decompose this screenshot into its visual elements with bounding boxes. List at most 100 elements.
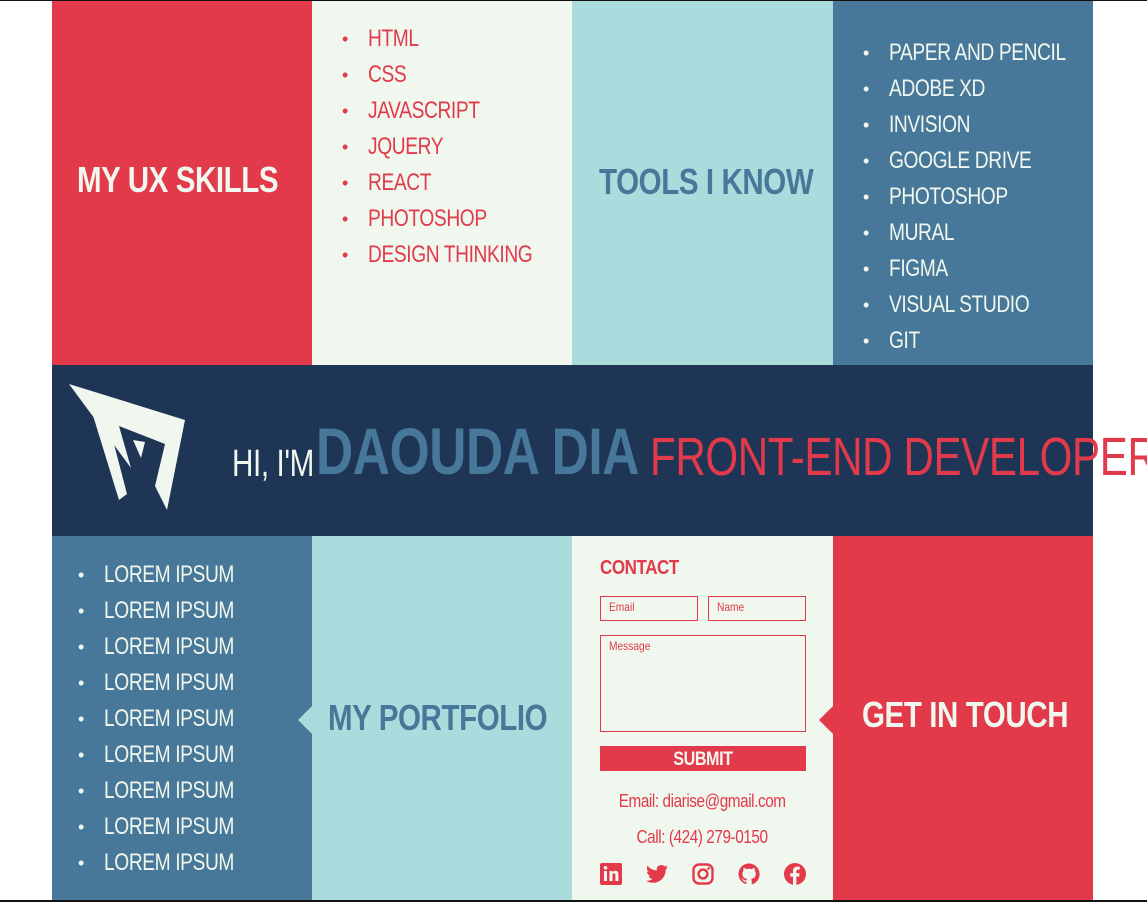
email-field[interactable]: Email [600, 596, 698, 621]
portfolio-item-label: LOREM IPSUM [104, 849, 235, 876]
skill-item-label: PHOTOSHOP [368, 205, 487, 232]
portfolio-item-label: LOREM IPSUM [104, 813, 235, 840]
portfolio-heading-panel[interactable]: MY PORTFOLIO [312, 536, 572, 900]
hero-name: DAOUDA DIA [316, 414, 640, 488]
portfolio-item-label: LOREM IPSUM [104, 669, 235, 696]
portfolio-item: • LOREM IPSUM [76, 665, 267, 701]
tool-item: • INVISION [861, 107, 1110, 143]
portfolio-item: • LOREM IPSUM [76, 701, 267, 737]
bullet-icon: • [78, 853, 84, 873]
hero-greeting: HI, I'M [232, 443, 314, 485]
tool-item-label: MURAL [889, 219, 955, 246]
tool-item: • PAPER AND PENCIL [861, 35, 1110, 71]
get-in-touch-heading[interactable]: GET IN TOUCH [862, 694, 1069, 736]
message-placeholder: Message [609, 639, 651, 653]
twitter-icon[interactable] [645, 862, 669, 886]
portfolio-item: • LOREM IPSUM [76, 809, 267, 845]
bullet-icon: • [78, 781, 84, 801]
bullet-icon: • [78, 673, 84, 693]
bullet-icon: • [863, 331, 869, 351]
skill-item-label: REACT [368, 169, 432, 196]
tool-item-label: ADOBE XD [889, 75, 986, 102]
tool-item: • VISUAL STUDIO [861, 287, 1110, 323]
bullet-icon: • [78, 565, 84, 585]
name-field[interactable]: Name [708, 596, 806, 621]
contact-title: CONTACT [600, 557, 679, 579]
tool-item: • GOOGLE DRIVE [861, 143, 1110, 179]
skills-list-panel: • HTML • CSS • JAVASCRIPT • JQUERY • REACT • PHOTOS… [312, 1, 572, 365]
bullet-icon: • [78, 637, 84, 657]
portfolio-item-label: LOREM IPSUM [104, 705, 235, 732]
portfolio-arrow [298, 706, 312, 734]
bullet-icon: • [863, 151, 869, 171]
tool-item: • ADOBE XD [861, 71, 1110, 107]
contact-email[interactable]: Email: diarise@gmail.com [572, 791, 833, 812]
hero-banner: HI, I'M DAOUDA DIA FRONT-END DEVELOPER [52, 365, 1147, 536]
tools-list-panel: • PAPER AND PENCIL • ADOBE XD • INVISION • GOOG… [833, 1, 1093, 365]
tool-item: • FIGMA [861, 251, 1110, 287]
instagram-icon[interactable] [691, 862, 715, 886]
bullet-icon: • [863, 295, 869, 315]
skills-list: • HTML • CSS • JAVASCRIPT • JQUERY • REACT • PHOTOS… [340, 21, 573, 273]
bullet-icon: • [863, 79, 869, 99]
portfolio-item-label: LOREM IPSUM [104, 561, 235, 588]
portfolio-item: • LOREM IPSUM [76, 593, 267, 629]
portfolio-heading[interactable]: MY PORTFOLIO [328, 697, 548, 739]
portfolio-item-label: LOREM IPSUM [104, 777, 235, 804]
skill-item: • JQUERY [340, 129, 573, 165]
portfolio-item: • LOREM IPSUM [76, 845, 267, 881]
email-placeholder: Email [609, 600, 635, 614]
skill-item: • HTML [340, 21, 573, 57]
skill-item: • DESIGN THINKING [340, 237, 573, 273]
bullet-icon: • [863, 259, 869, 279]
facebook-icon[interactable] [783, 862, 807, 886]
linkedin-icon[interactable] [599, 862, 623, 886]
tool-item-label: VISUAL STUDIO [889, 291, 1030, 318]
portfolio-item: • LOREM IPSUM [76, 773, 267, 809]
stylized-v-logo [69, 384, 185, 510]
skill-item: • JAVASCRIPT [340, 93, 573, 129]
tools-heading: TOOLS I KNOW [599, 161, 814, 202]
get-in-touch-arrow [819, 706, 833, 734]
skill-item-label: DESIGN THINKING [368, 241, 533, 268]
tool-item: • GIT [861, 323, 1110, 359]
portfolio-item: • LOREM IPSUM [76, 737, 267, 773]
submit-label: SUBMIT [673, 749, 733, 770]
message-field[interactable]: Message [600, 635, 806, 732]
portfolio-item-label: LOREM IPSUM [104, 633, 235, 660]
portfolio-item-label: LOREM IPSUM [104, 597, 235, 624]
github-icon[interactable] [737, 862, 761, 886]
skill-item: • PHOTOSHOP [340, 201, 573, 237]
bullet-icon: • [342, 245, 348, 265]
bullet-icon: • [342, 173, 348, 193]
contact-phone[interactable]: Call: (424) 279-0150 [572, 827, 833, 848]
bullet-icon: • [78, 709, 84, 729]
bullet-icon: • [863, 43, 869, 63]
tool-item: • MURAL [861, 215, 1110, 251]
tool-item: • PHOTOSHOP [861, 179, 1110, 215]
bullet-icon: • [342, 137, 348, 157]
portfolio-list: • LOREM IPSUM • LOREM IPSUM • LOREM IPSUM • LOR… [76, 557, 267, 881]
bullet-icon: • [863, 115, 869, 135]
skill-item-label: HTML [368, 25, 419, 52]
portfolio-item: • LOREM IPSUM [76, 557, 267, 593]
get-in-touch-panel[interactable]: GET IN TOUCH [833, 536, 1093, 900]
bullet-icon: • [78, 601, 84, 621]
tool-item-label: GOOGLE DRIVE [889, 147, 1032, 174]
portfolio-item: • LOREM IPSUM [76, 629, 267, 665]
skill-item: • REACT [340, 165, 573, 201]
bullet-icon: • [78, 745, 84, 765]
tool-item-label: PHOTOSHOP [889, 183, 1008, 210]
bullet-icon: • [342, 29, 348, 49]
tool-item-label: INVISION [889, 111, 971, 138]
hero-role: FRONT-END DEVELOPER [650, 427, 1147, 487]
skill-item-label: JQUERY [368, 133, 444, 160]
tool-item-label: GIT [889, 327, 920, 354]
skill-item-label: JAVASCRIPT [368, 97, 480, 124]
skills-heading: MY UX SKILLS [77, 159, 279, 200]
submit-button[interactable]: SUBMIT [600, 746, 806, 771]
tool-item-label: FIGMA [889, 255, 948, 282]
bullet-icon: • [342, 65, 348, 85]
bullet-icon: • [863, 223, 869, 243]
bullet-icon: • [342, 209, 348, 229]
